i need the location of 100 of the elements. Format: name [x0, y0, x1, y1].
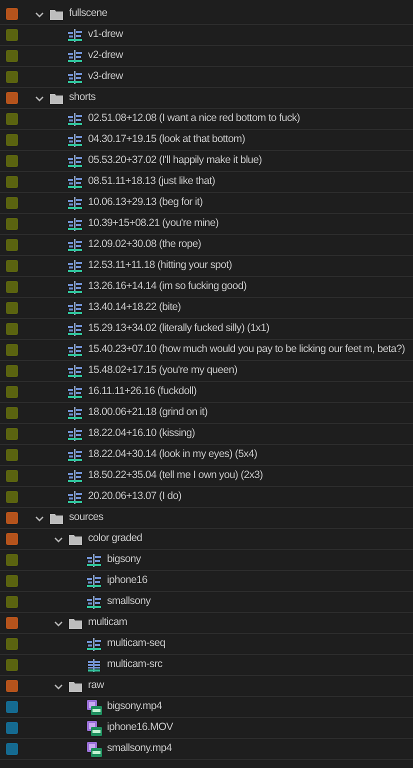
item-name[interactable]: v1-drew [88, 27, 123, 43]
item-name[interactable]: 08.51.11+18.13 (just like that) [88, 174, 216, 190]
sequence-icon [68, 364, 82, 378]
label-color-swatch[interactable] [6, 722, 18, 734]
chevron-icon[interactable] [54, 534, 63, 544]
folder-icon [68, 618, 82, 628]
chevron-icon[interactable] [35, 514, 44, 522]
sequence-icon [68, 218, 82, 230]
label-color-swatch[interactable] [6, 29, 18, 41]
sequence-icon [68, 302, 82, 314]
label-color-swatch[interactable] [6, 176, 18, 188]
label-color-swatch[interactable] [6, 218, 18, 230]
item-name[interactable]: 13.26.16+14.14 (im so fucking good) [88, 279, 246, 295]
label-color-swatch[interactable] [6, 617, 18, 629]
sequence-icon [68, 406, 82, 420]
sequence-icon [87, 574, 101, 588]
chevron-icon[interactable] [54, 618, 63, 628]
label-color-swatch[interactable] [6, 449, 18, 461]
label-color-swatch[interactable] [6, 512, 18, 524]
sequence-icon [68, 50, 82, 62]
label-color-swatch[interactable] [6, 155, 18, 167]
item-name[interactable]: smallsony [107, 594, 151, 610]
item-name[interactable]: bigsony [107, 552, 141, 568]
label-color-swatch[interactable] [6, 575, 18, 587]
label-color-swatch[interactable] [6, 491, 18, 503]
label-color-swatch[interactable] [6, 638, 18, 650]
sequence-icon [68, 70, 82, 84]
item-name[interactable]: 18.22.04+30.14 (look in my eyes) (5x4) [88, 447, 258, 463]
label-color-swatch[interactable] [6, 323, 18, 335]
item-name[interactable]: 10.39+15+08.21 (you're mine) [88, 216, 219, 232]
label-color-swatch[interactable] [6, 470, 18, 482]
item-name[interactable]: 15.48.02+17.15 (you're my queen) [88, 363, 238, 379]
sequence-icon [68, 260, 82, 272]
item-name[interactable]: multicam-src [107, 657, 162, 673]
item-name[interactable]: raw [88, 678, 104, 694]
item-name[interactable]: multicam [88, 615, 128, 631]
sequence-icon [87, 596, 101, 608]
item-name[interactable]: 13.40.14+18.22 (bite) [88, 300, 181, 316]
label-color-swatch[interactable] [6, 281, 18, 293]
label-color-swatch[interactable] [6, 659, 18, 671]
label-color-swatch[interactable] [6, 260, 18, 272]
sequence-icon [87, 554, 101, 566]
item-name[interactable]: iphone16 [107, 573, 148, 589]
item-name[interactable]: v2-drew [88, 48, 123, 64]
label-color-swatch[interactable] [6, 71, 18, 83]
item-name[interactable]: 18.00.06+21.18 (grind on it) [88, 405, 208, 421]
sequence-icon [68, 154, 82, 168]
label-color-swatch[interactable] [6, 239, 18, 251]
item-name[interactable]: 05.53.20+37.02 (I'll happily make it blue) [88, 153, 262, 169]
label-color-swatch[interactable] [6, 344, 18, 356]
label-color-swatch[interactable] [6, 50, 18, 62]
item-name[interactable]: 02.51.08+12.08 (I want a nice red bottom to fuck) [88, 111, 300, 127]
item-name[interactable]: 15.29.13+34.02 (literally fucked silly) (1x1) [88, 321, 270, 337]
label-color-swatch[interactable] [6, 596, 18, 608]
item-name[interactable]: 10.06.13+29.13 (beg for it) [88, 195, 203, 211]
item-name[interactable]: v3-drew [88, 69, 123, 85]
item-name[interactable]: sources [69, 510, 104, 526]
sequence-icon [68, 176, 82, 188]
sequence-icon [68, 280, 82, 294]
item-name[interactable]: 16.11.11+26.16 (fuckdoll) [88, 384, 196, 400]
label-color-swatch[interactable] [6, 365, 18, 377]
sequence-icon [68, 28, 82, 42]
item-name[interactable]: 18.50.22+35.04 (tell me I own you) (2x3) [88, 468, 263, 484]
item-name[interactable]: 18.22.04+16.10 (kissing) [88, 426, 195, 442]
label-color-swatch[interactable] [6, 701, 18, 713]
item-name[interactable]: 15.40.23+07.10 (how much would you pay to be licking our feet m, beta?) [88, 342, 405, 358]
label-color-swatch[interactable] [6, 92, 18, 104]
sequence-icon [68, 238, 82, 252]
item-name[interactable]: multicam-seq [107, 636, 166, 652]
folder-icon [68, 534, 82, 544]
label-color-swatch[interactable] [6, 386, 18, 398]
sequence-icon [68, 490, 82, 504]
item-name[interactable]: 20.20.06+13.07 (I do) [88, 489, 182, 505]
sequence-icon [68, 322, 82, 336]
item-name[interactable]: shorts [69, 90, 96, 106]
item-name[interactable]: color graded [88, 531, 142, 547]
item-name[interactable]: 12.53.11+11.18 (hitting your spot) [88, 258, 232, 274]
label-color-swatch[interactable] [6, 743, 18, 755]
label-color-swatch[interactable] [6, 533, 18, 545]
item-name[interactable]: bigsony.mp4 [107, 699, 162, 715]
label-color-swatch[interactable] [6, 407, 18, 419]
label-color-swatch[interactable] [6, 113, 18, 125]
item-name[interactable]: fullscene [69, 6, 108, 22]
chevron-icon[interactable] [35, 94, 44, 102]
label-color-swatch[interactable] [6, 197, 18, 209]
label-color-swatch[interactable] [6, 428, 18, 440]
item-name[interactable]: iphone16.MOV [107, 720, 173, 736]
label-color-swatch[interactable] [6, 134, 18, 146]
label-color-swatch[interactable] [6, 302, 18, 314]
sequence-icon [68, 428, 82, 440]
folder-icon [50, 512, 62, 524]
chevron-icon[interactable] [54, 682, 63, 690]
item-name[interactable]: 12.09.02+30.08 (the rope) [88, 237, 201, 253]
label-color-swatch[interactable] [6, 554, 18, 566]
label-color-swatch[interactable] [6, 8, 18, 20]
item-name[interactable]: smallsony.mp4 [107, 741, 172, 757]
item-name[interactable]: 04.30.17+19.15 (look at that bottom) [88, 132, 245, 148]
folder-icon [50, 8, 62, 20]
chevron-icon[interactable] [35, 10, 44, 18]
label-color-swatch[interactable] [6, 680, 18, 692]
